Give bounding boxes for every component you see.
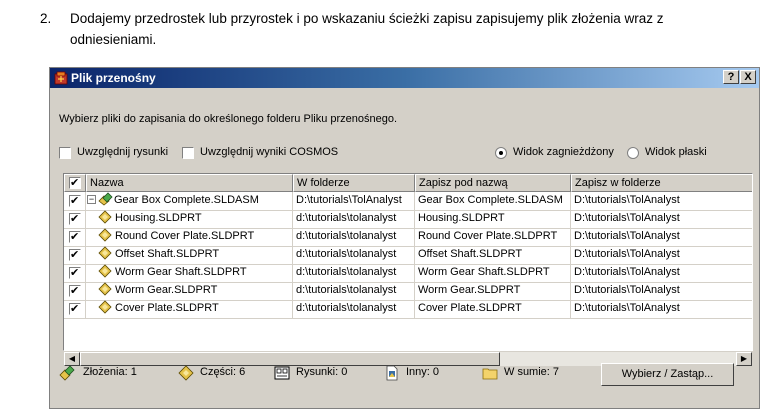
dialog-title: Plik przenośny xyxy=(71,71,156,85)
part-count: Części: 6 xyxy=(200,366,246,378)
scroll-thumb[interactable] xyxy=(80,352,500,366)
file-name: Gear Box Complete.SLDASM xyxy=(114,194,259,206)
file-name: Worm Gear Shaft.SLDPRT xyxy=(115,266,247,278)
in-folder-cell: d:\tutorials\tolanalyst xyxy=(293,300,415,318)
table-row[interactable]: Worm Gear Shaft.SLDPRT d:\tutorials\tola… xyxy=(64,264,752,283)
assembly-count-icon xyxy=(59,365,75,381)
help-button[interactable]: ? xyxy=(723,70,739,84)
table-row[interactable]: Offset Shaft.SLDPRT d:\tutorials\tolanal… xyxy=(64,246,752,265)
scroll-right-icon[interactable]: ▶ xyxy=(736,352,752,366)
save-in-folder-cell[interactable]: D:\tutorials\TolAnalyst xyxy=(571,246,752,264)
instruction-text: 2. Dodajemy przedrostek lub przyrostek i… xyxy=(40,8,740,50)
table-row[interactable]: Cover Plate.SLDPRT d:\tutorials\tolanaly… xyxy=(64,300,752,319)
file-name-cell: Round Cover Plate.SLDPRT xyxy=(86,228,293,246)
select-replace-button[interactable]: Wybierz / Zastąp... xyxy=(601,363,734,386)
save-as-cell[interactable]: Cover Plate.SLDPRT xyxy=(415,300,571,318)
part-icon xyxy=(98,228,112,242)
table-row[interactable]: Worm Gear.SLDPRT d:\tutorials\tolanalyst… xyxy=(64,282,752,301)
nested-view-label: Widok zagnieżdżony xyxy=(513,146,614,158)
part-icon xyxy=(98,282,112,296)
save-as-cell[interactable]: Worm Gear.SLDPRT xyxy=(415,282,571,300)
part-icon xyxy=(98,264,112,278)
in-folder-cell: d:\tutorials\tolanalyst xyxy=(293,210,415,228)
folder-icon xyxy=(482,368,498,380)
save-in-folder-cell[interactable]: D:\tutorials\TolAnalyst xyxy=(571,192,752,210)
file-name: Worm Gear.SLDPRT xyxy=(115,284,218,296)
include-drawings-label: Uwzględnij rysunki xyxy=(77,146,169,158)
save-as-cell[interactable]: Offset Shaft.SLDPRT xyxy=(415,246,571,264)
save-in-folder-cell[interactable]: D:\tutorials\TolAnalyst xyxy=(571,300,752,318)
table-row[interactable]: Housing.SLDPRT d:\tutorials\tolanalyst H… xyxy=(64,210,752,229)
file-name-cell: Cover Plate.SLDPRT xyxy=(86,300,293,318)
save-as-cell[interactable]: Gear Box Complete.SLDASM xyxy=(415,192,571,210)
table-row[interactable]: Round Cover Plate.SLDPRT d:\tutorials\to… xyxy=(64,228,752,247)
row-checkbox[interactable] xyxy=(69,265,81,282)
column-header-name[interactable]: Nazwa xyxy=(86,174,293,192)
pack-and-go-dialog: Plik przenośny ? X Wybierz pliki do zapi… xyxy=(49,67,760,409)
part-icon xyxy=(98,300,112,314)
in-folder-cell: d:\tutorials\tolanalyst xyxy=(293,228,415,246)
select-all-header[interactable] xyxy=(64,174,86,192)
include-drawings-checkbox[interactable] xyxy=(59,147,71,159)
close-button[interactable]: X xyxy=(740,70,756,84)
save-in-folder-cell[interactable]: D:\tutorials\TolAnalyst xyxy=(571,282,752,300)
in-folder-cell: d:\tutorials\tolanalyst xyxy=(293,246,415,264)
include-cosmos-label: Uwzględnij wyniki COSMOS xyxy=(200,146,339,158)
select-all-checkbox[interactable] xyxy=(69,175,81,191)
assembly-count: Złożenia: 1 xyxy=(83,366,137,378)
file-name: Housing.SLDPRT xyxy=(115,212,202,224)
row-checkbox[interactable] xyxy=(69,301,81,318)
dialog-prompt: Wybierz pliki do zapisania do określoneg… xyxy=(59,113,398,125)
flat-view-label: Widok płaski xyxy=(645,146,707,158)
total-count: W sumie: 7 xyxy=(504,366,560,378)
file-name-cell: Worm Gear.SLDPRT xyxy=(86,282,293,300)
part-icon xyxy=(98,210,112,224)
row-checkbox[interactable] xyxy=(69,247,81,264)
column-header-in-folder[interactable]: W folderze xyxy=(293,174,415,192)
save-as-cell[interactable]: Round Cover Plate.SLDPRT xyxy=(415,228,571,246)
file-name-cell: − Gear Box Complete.SLDASM xyxy=(86,192,293,210)
other-file-icon xyxy=(386,365,398,381)
files-table: Nazwa W folderze Zapisz pod nazwą Zapisz… xyxy=(63,173,753,351)
scroll-left-icon[interactable]: ◀ xyxy=(64,352,80,366)
save-in-folder-cell[interactable]: D:\tutorials\TolAnalyst xyxy=(571,264,752,282)
column-header-save-in-folder[interactable]: Zapisz w folderze xyxy=(571,174,752,192)
file-name: Cover Plate.SLDPRT xyxy=(115,302,219,314)
step-text: Dodajemy przedrostek lub przyrostek i po… xyxy=(70,11,664,47)
row-checkbox[interactable] xyxy=(69,211,81,228)
file-name-cell: Worm Gear Shaft.SLDPRT xyxy=(86,264,293,282)
in-folder-cell: d:\tutorials\tolanalyst xyxy=(293,264,415,282)
row-checkbox[interactable] xyxy=(69,193,81,210)
nested-view-radio[interactable] xyxy=(495,147,507,159)
save-as-cell[interactable]: Housing.SLDPRT xyxy=(415,210,571,228)
assembly-icon xyxy=(98,192,113,206)
flat-view-radio[interactable] xyxy=(627,147,639,159)
row-checkbox[interactable] xyxy=(69,229,81,246)
part-icon xyxy=(98,246,112,260)
include-cosmos-checkbox[interactable] xyxy=(182,147,194,159)
part-count-icon xyxy=(178,365,194,381)
file-name-cell: Housing.SLDPRT xyxy=(86,210,293,228)
column-header-save-as[interactable]: Zapisz pod nazwą xyxy=(415,174,571,192)
dialog-titlebar: Plik przenośny ? X xyxy=(50,68,759,88)
collapse-icon[interactable]: − xyxy=(87,194,96,204)
file-name: Offset Shaft.SLDPRT xyxy=(115,248,220,260)
in-folder-cell: d:\tutorials\tolanalyst xyxy=(293,282,415,300)
save-as-cell[interactable]: Worm Gear Shaft.SLDPRT xyxy=(415,264,571,282)
drawing-count-icon xyxy=(274,366,290,380)
file-name-cell: Offset Shaft.SLDPRT xyxy=(86,246,293,264)
other-count: Inny: 0 xyxy=(406,366,440,378)
row-checkbox[interactable] xyxy=(69,283,81,300)
pack-and-go-icon xyxy=(54,71,68,85)
file-name: Round Cover Plate.SLDPRT xyxy=(115,230,255,242)
table-row[interactable]: − Gear Box Complete.SLDASM D:\tutorials\T… xyxy=(64,192,752,211)
step-number: 2. xyxy=(40,11,52,26)
drawing-count: Rysunki: 0 xyxy=(296,366,348,378)
in-folder-cell: D:\tutorials\TolAnalyst xyxy=(293,192,415,210)
save-in-folder-cell[interactable]: D:\tutorials\TolAnalyst xyxy=(571,228,752,246)
save-in-folder-cell[interactable]: D:\tutorials\TolAnalyst xyxy=(571,210,752,228)
